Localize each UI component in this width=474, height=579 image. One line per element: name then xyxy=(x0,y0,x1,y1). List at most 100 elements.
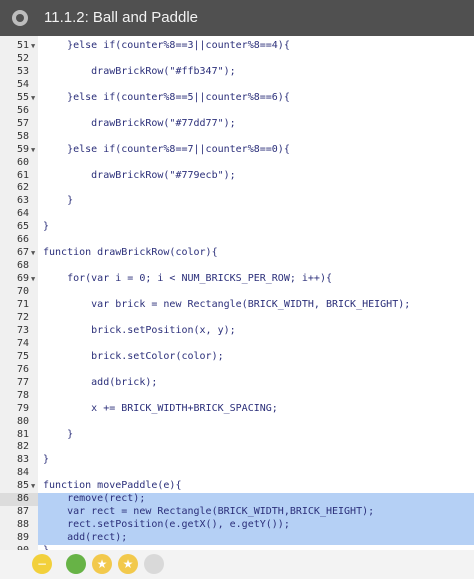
code-line[interactable]: 55 ▼ }else if(counter%8==5||counter%8==6)… xyxy=(0,92,474,105)
line-number: 89 xyxy=(16,532,29,544)
code-line[interactable]: 72 xyxy=(0,312,474,325)
code-line[interactable]: 82 xyxy=(0,441,474,454)
code-line[interactable]: 61 drawBrickRow("#779ecb"); xyxy=(0,170,474,183)
code-line[interactable]: 66 xyxy=(0,234,474,247)
code-line[interactable]: 56 xyxy=(0,105,474,118)
green-button[interactable] xyxy=(66,554,86,574)
line-number: 72 xyxy=(16,311,29,323)
fold-arrow-icon[interactable]: ▼ xyxy=(31,247,35,260)
code-line[interactable]: 81 } xyxy=(0,429,474,442)
line-number: 81 xyxy=(16,428,29,440)
minus-button[interactable]: − xyxy=(32,554,52,574)
code-line[interactable]: 67 ▼ function drawBrickRow(color){ xyxy=(0,247,474,260)
code-line[interactable]: 86 remove(rect); xyxy=(0,493,474,507)
code-text: remove(rect); xyxy=(43,493,146,505)
code-text: brick.setPosition(x, y); xyxy=(43,324,236,336)
line-number: 57 xyxy=(16,117,29,129)
line-number: 59 xyxy=(16,143,29,155)
line-number: 83 xyxy=(16,454,29,466)
line-number: 87 xyxy=(16,506,29,518)
line-number: 75 xyxy=(16,350,29,362)
line-number: 67 xyxy=(16,247,29,259)
code-line[interactable]: 78 xyxy=(0,390,474,403)
code-line[interactable]: 80 xyxy=(0,416,474,429)
line-number: 77 xyxy=(16,376,29,388)
code-line[interactable]: 71 var brick = new Rectangle(BRICK_WIDTH… xyxy=(0,299,474,312)
code-text: function drawBrickRow(color){ xyxy=(43,247,218,259)
code-line[interactable]: 60 xyxy=(0,157,474,170)
code-line[interactable]: 64 xyxy=(0,208,474,221)
code-line[interactable]: 54 xyxy=(0,79,474,92)
fold-arrow-icon[interactable]: ▼ xyxy=(31,92,35,105)
code-line[interactable]: 74 xyxy=(0,338,474,351)
code-line[interactable]: 89 add(rect); xyxy=(0,532,474,545)
line-number: 52 xyxy=(16,52,29,64)
star-1-button[interactable]: ★ xyxy=(92,554,112,574)
star-2-button[interactable]: ★ xyxy=(118,554,138,574)
line-number: 53 xyxy=(16,65,29,77)
code-line[interactable]: 63 } xyxy=(0,195,474,208)
bottom-toolbar: − ★ ★ xyxy=(0,550,474,579)
code-text: } xyxy=(43,195,74,207)
code-line[interactable]: 62 xyxy=(0,182,474,195)
grey-button[interactable] xyxy=(144,554,164,574)
line-number: 85 xyxy=(16,480,29,492)
code-text: }else if(counter%8==5||counter%8==6){ xyxy=(43,91,290,103)
fold-arrow-icon[interactable]: ▼ xyxy=(31,144,35,157)
line-number: 54 xyxy=(16,78,29,90)
line-number: 86 xyxy=(16,493,29,505)
code-line[interactable]: 83} xyxy=(0,454,474,467)
fold-arrow-icon[interactable]: ▼ xyxy=(31,40,35,53)
line-number: 58 xyxy=(16,130,29,142)
code-text: } xyxy=(43,221,50,233)
code-line[interactable]: 76 xyxy=(0,364,474,377)
line-number: 76 xyxy=(16,363,29,375)
line-number: 73 xyxy=(16,324,29,336)
code-line[interactable]: 84 xyxy=(0,467,474,480)
code-text: rect.setPosition(e.getX(), e.getY()); xyxy=(43,519,290,531)
code-editor[interactable]: 51 ▼ }else if(counter%8==3||counter%8==4)… xyxy=(0,36,474,550)
code-line[interactable]: 65} xyxy=(0,221,474,234)
code-line[interactable]: 53 drawBrickRow("#ffb347"); xyxy=(0,66,474,79)
code-line[interactable]: 75 brick.setColor(color); xyxy=(0,351,474,364)
line-number: 84 xyxy=(16,467,29,479)
line-number: 56 xyxy=(16,104,29,116)
code-text: drawBrickRow("#ffb347"); xyxy=(43,65,236,77)
code-line[interactable]: 87 var rect = new Rectangle(BRICK_WIDTH,… xyxy=(0,506,474,520)
code-text: } xyxy=(43,428,74,440)
line-number: 62 xyxy=(16,182,29,194)
activity-icon xyxy=(12,10,28,26)
line-number: 82 xyxy=(16,441,29,453)
line-number: 66 xyxy=(16,234,29,246)
code-line[interactable]: 59 ▼ }else if(counter%8==7||counter%8==0)… xyxy=(0,144,474,157)
code-line[interactable]: 85 ▼ function movePaddle(e){ xyxy=(0,480,474,493)
line-number: 64 xyxy=(16,208,29,220)
line-number: 63 xyxy=(16,195,29,207)
line-number: 74 xyxy=(16,337,29,349)
title-bar: 11.1.2: Ball and Paddle xyxy=(0,0,474,36)
code-line[interactable]: 77 add(brick); xyxy=(0,377,474,390)
line-number: 79 xyxy=(16,402,29,414)
fold-arrow-icon[interactable]: ▼ xyxy=(31,480,35,493)
line-number: 71 xyxy=(16,299,29,310)
code-line[interactable]: 68 xyxy=(0,260,474,273)
code-line[interactable]: 88 rect.setPosition(e.getX(), e.getY()); xyxy=(0,519,474,533)
code-line[interactable]: 69 ▼ for(var i = 0; i < NUM_BRICKS_PER_RO… xyxy=(0,273,474,286)
code-text: add(brick); xyxy=(43,376,158,388)
code-line[interactable]: 73 brick.setPosition(x, y); xyxy=(0,325,474,338)
code-line[interactable]: 70 xyxy=(0,286,474,299)
line-number: 51 xyxy=(16,40,29,51)
code-line[interactable]: 52 xyxy=(0,53,474,66)
code-text: } xyxy=(43,454,50,466)
code-line[interactable]: 57 drawBrickRow("#77dd77"); xyxy=(0,118,474,131)
code-text: drawBrickRow("#779ecb"); xyxy=(43,169,236,181)
line-number: 68 xyxy=(16,260,29,272)
code-line[interactable]: 79 x += BRICK_WIDTH+BRICK_SPACING; xyxy=(0,403,474,416)
code-text: }else if(counter%8==3||counter%8==4){ xyxy=(43,40,290,51)
code-text: brick.setColor(color); xyxy=(43,350,224,362)
code-line[interactable]: 51 ▼ }else if(counter%8==3||counter%8==4)… xyxy=(0,40,474,53)
code-line[interactable]: 58 xyxy=(0,131,474,144)
fold-arrow-icon[interactable]: ▼ xyxy=(31,273,35,286)
code-text: var rect = new Rectangle(BRICK_WIDTH,BRI… xyxy=(43,506,375,518)
line-number: 61 xyxy=(16,169,29,181)
